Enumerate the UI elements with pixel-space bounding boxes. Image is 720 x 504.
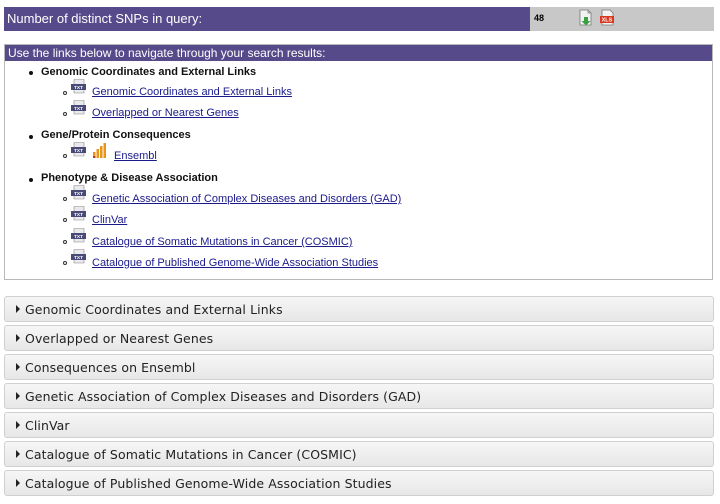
- accordion-overlapped-genes[interactable]: Overlapped or Nearest Genes: [4, 325, 714, 351]
- txt-file-icon[interactable]: TXT: [71, 79, 87, 94]
- circle-bullet-icon: [63, 218, 67, 222]
- accordion-genomic-coordinates[interactable]: Genomic Coordinates and External Links: [4, 296, 714, 322]
- accordion-label: ClinVar: [25, 418, 70, 433]
- txt-file-icon[interactable]: TXT: [71, 249, 87, 264]
- txt-file-icon[interactable]: TXT: [71, 142, 87, 157]
- bullet-icon: [29, 135, 33, 139]
- accordion-gad[interactable]: Genetic Association of Complex Diseases …: [4, 383, 714, 409]
- circle-bullet-icon: [63, 261, 67, 265]
- txt-file-icon[interactable]: TXT: [71, 228, 87, 243]
- link-cosmic[interactable]: Catalogue of Somatic Mutations in Cancer…: [92, 236, 352, 248]
- link-gwas-catalogue[interactable]: Catalogue of Published Genome-Wide Assoc…: [92, 257, 378, 269]
- txt-file-icon[interactable]: TXT: [71, 100, 87, 115]
- snp-count-cell: 48 XLS: [530, 7, 714, 31]
- accordion-label: Overlapped or Nearest Genes: [25, 331, 214, 346]
- link-gad[interactable]: Genetic Association of Complex Diseases …: [92, 193, 401, 205]
- bullet-icon: [29, 178, 33, 182]
- accordion-label: Genetic Association of Complex Diseases …: [25, 389, 422, 404]
- accordion-clinvar[interactable]: ClinVar: [4, 412, 714, 438]
- download-xls-icon[interactable]: XLS: [600, 9, 616, 32]
- link-genomic-coordinates[interactable]: Genomic Coordinates and External Links: [92, 86, 292, 98]
- link-overlapped-genes[interactable]: Overlapped or Nearest Genes: [92, 107, 239, 119]
- results-navigation-panel: Use the links below to navigate through …: [4, 44, 713, 280]
- caret-right-icon: [16, 450, 20, 458]
- caret-right-icon: [16, 305, 20, 313]
- svg-text:TXT: TXT: [74, 191, 83, 197]
- svg-text:TXT: TXT: [74, 234, 83, 240]
- snp-count-value: 48: [534, 13, 545, 23]
- section-title-genomic: Genomic Coordinates and External Links: [41, 66, 257, 78]
- snp-count-label: Number of distinct SNPs in query:: [4, 7, 530, 31]
- circle-bullet-icon: [63, 91, 67, 95]
- accordion-ensembl[interactable]: Consequences on Ensembl: [4, 354, 714, 380]
- navigation-header: Use the links below to navigate through …: [5, 45, 712, 61]
- accordion-gwas-catalogue[interactable]: Catalogue of Published Genome-Wide Assoc…: [4, 470, 714, 496]
- svg-text:TXT: TXT: [74, 255, 83, 261]
- accordion-label: Genomic Coordinates and External Links: [25, 302, 283, 317]
- caret-right-icon: [16, 479, 20, 487]
- svg-text:TXT: TXT: [74, 212, 83, 218]
- accordion-label: Catalogue of Published Genome-Wide Assoc…: [25, 476, 392, 491]
- svg-text:TXT: TXT: [74, 148, 83, 154]
- link-clinvar[interactable]: ClinVar: [92, 214, 127, 226]
- txt-file-icon[interactable]: TXT: [71, 206, 87, 221]
- xls-icon-label: XLS: [602, 18, 613, 24]
- accordion-label: Consequences on Ensembl: [25, 360, 196, 375]
- circle-bullet-icon: [63, 240, 67, 244]
- bullet-icon: [29, 71, 33, 75]
- download-txt-icon[interactable]: [578, 9, 594, 32]
- accordion-label: Catalogue of Somatic Mutations in Cancer…: [25, 447, 357, 462]
- bar-chart-icon: [93, 143, 106, 158]
- circle-bullet-icon: [63, 112, 67, 116]
- section-title-consequences: Gene/Protein Consequences: [41, 129, 191, 141]
- svg-text:TXT: TXT: [74, 106, 83, 112]
- accordion-cosmic[interactable]: Catalogue of Somatic Mutations in Cancer…: [4, 441, 714, 467]
- circle-bullet-icon: [63, 197, 67, 201]
- link-ensembl[interactable]: Ensembl: [114, 150, 157, 162]
- caret-right-icon: [16, 334, 20, 342]
- caret-right-icon: [16, 421, 20, 429]
- txt-file-icon[interactable]: TXT: [71, 185, 87, 200]
- circle-bullet-icon: [63, 154, 67, 158]
- snp-count-bar: Number of distinct SNPs in query: 48 XLS: [4, 7, 714, 31]
- caret-right-icon: [16, 392, 20, 400]
- svg-text:TXT: TXT: [74, 85, 83, 91]
- caret-right-icon: [16, 363, 20, 371]
- section-title-phenotype: Phenotype & Disease Association: [41, 172, 218, 184]
